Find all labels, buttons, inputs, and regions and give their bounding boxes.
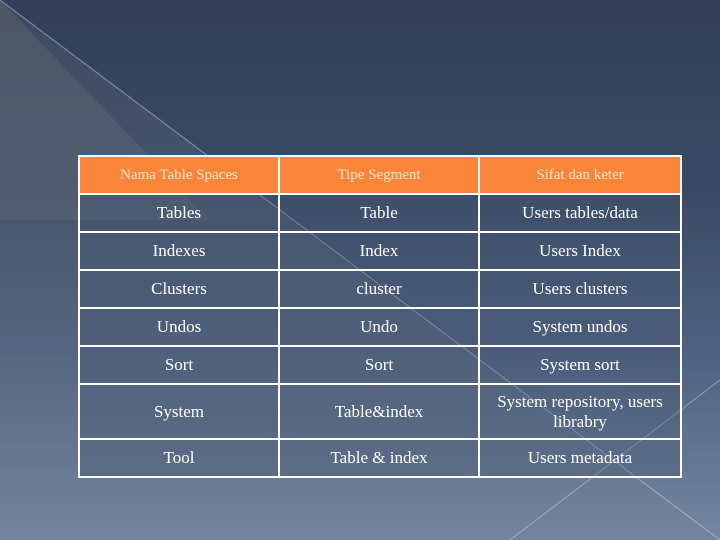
cell-tablespace: Tables — [78, 193, 280, 233]
cell-segment-type: Table & index — [278, 438, 480, 478]
cell-description: Users tables/data — [478, 193, 682, 233]
table-row: Sort Sort System sort — [78, 345, 682, 385]
cell-segment-type: Table — [278, 193, 480, 233]
cell-tablespace: Indexes — [78, 231, 280, 271]
cell-segment-type: Index — [278, 231, 480, 271]
cell-segment-type: Undo — [278, 307, 480, 347]
header-nama-table-spaces: Nama Table Spaces — [78, 155, 280, 195]
cell-segment-type: Table&index — [278, 383, 480, 440]
cell-description: Users metadata — [478, 438, 682, 478]
cell-description: System undos — [478, 307, 682, 347]
cell-description: System repository, users librabry — [478, 383, 682, 440]
cell-tablespace: Undos — [78, 307, 280, 347]
cell-description: System sort — [478, 345, 682, 385]
tablespace-table: Nama Table Spaces Tipe Segment Sifat dan… — [78, 155, 682, 478]
table-row: Undos Undo System undos — [78, 307, 682, 347]
header-sifat-dan-keter: Sifat dan keter — [478, 155, 682, 195]
cell-segment-type: cluster — [278, 269, 480, 309]
table-row: Tables Table Users tables/data — [78, 193, 682, 233]
table-row: System Table&index System repository, us… — [78, 383, 682, 440]
cell-segment-type: Sort — [278, 345, 480, 385]
cell-tablespace: Sort — [78, 345, 280, 385]
cell-tablespace: Clusters — [78, 269, 280, 309]
table-row: Tool Table & index Users metadata — [78, 438, 682, 478]
cell-tablespace: System — [78, 383, 280, 440]
header-tipe-segment: Tipe Segment — [278, 155, 480, 195]
table-row: Indexes Index Users Index — [78, 231, 682, 271]
cell-tablespace: Tool — [78, 438, 280, 478]
cell-description: Users clusters — [478, 269, 682, 309]
cell-description: Users Index — [478, 231, 682, 271]
table-row: Clusters cluster Users clusters — [78, 269, 682, 309]
table-header-row: Nama Table Spaces Tipe Segment Sifat dan… — [78, 155, 682, 195]
